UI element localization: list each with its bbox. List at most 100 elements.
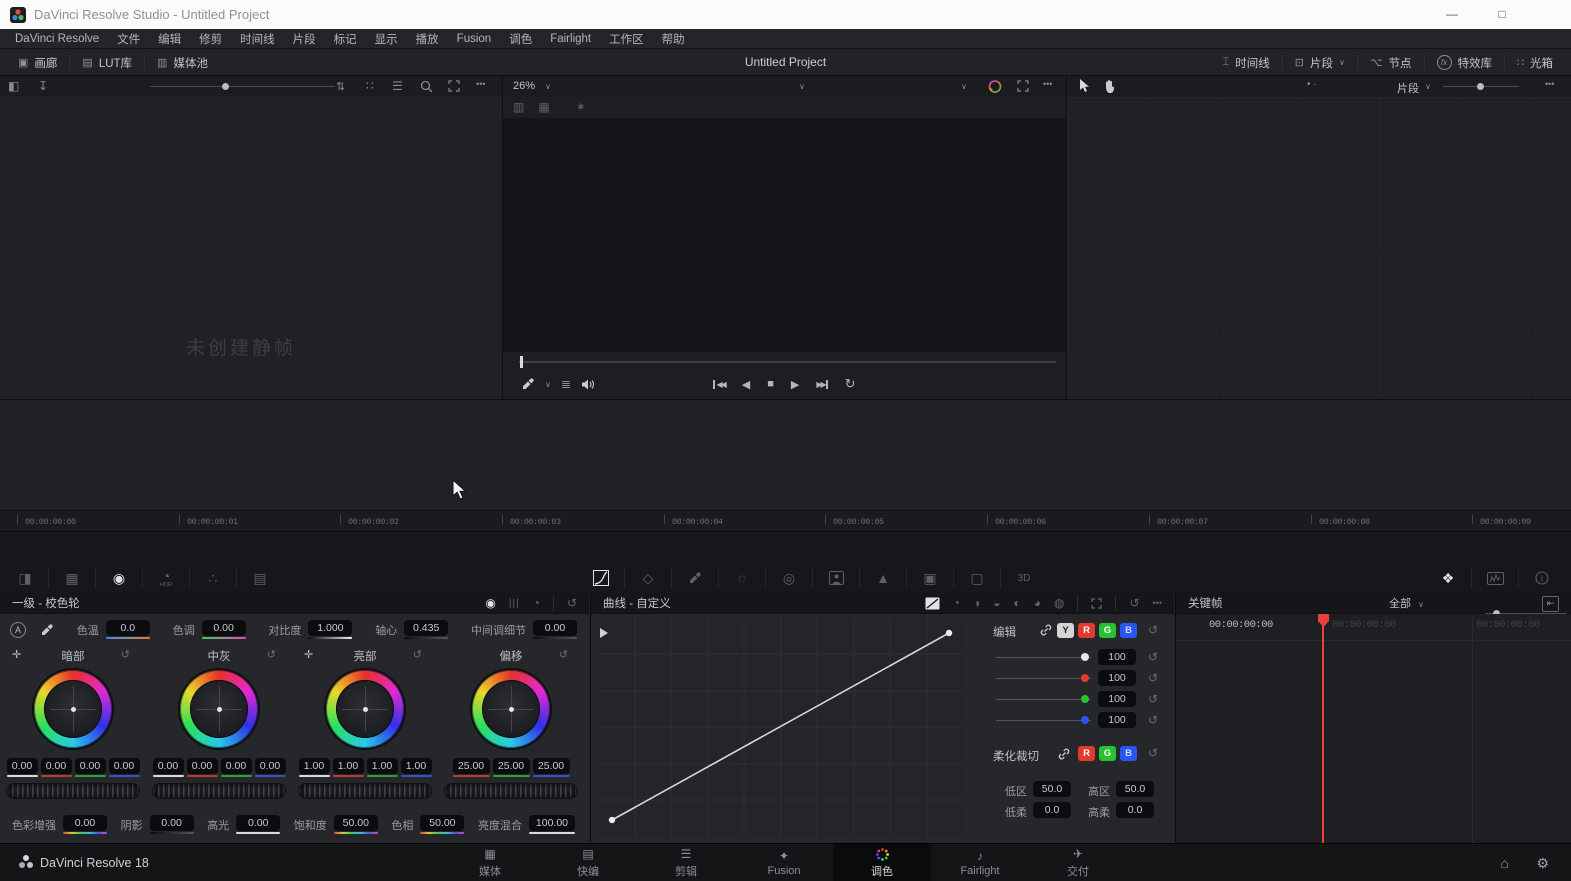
stereo-3d-icon[interactable]: 3D <box>1001 573 1047 584</box>
keyframe-filter-value[interactable]: 全部 <box>1389 595 1411 611</box>
page-fairlight[interactable]: ♪ Fairlight <box>931 844 1029 881</box>
menu-view[interactable]: 显示 <box>366 31 407 47</box>
offset-color-wheel[interactable] <box>472 670 550 748</box>
panel-collapse-icon[interactable]: ⇤ <box>1542 596 1559 612</box>
settings-gear-icon[interactable]: ⚙ <box>1536 844 1549 881</box>
channel-y-button[interactable]: Y <box>1057 623 1074 638</box>
offset-red-value[interactable]: 25.00 <box>453 758 490 774</box>
more-icon[interactable]: ••• <box>476 79 485 89</box>
menu-fusion[interactable]: Fusion <box>448 33 501 45</box>
menu-edit[interactable]: 编辑 <box>149 31 190 47</box>
b-slider-value[interactable]: 100 <box>1098 712 1136 728</box>
lift-master-wheel[interactable] <box>7 784 139 798</box>
pivot-value[interactable]: 0.435 <box>404 620 448 636</box>
viewer-playhead[interactable] <box>520 356 523 368</box>
r-slider-knob[interactable] <box>1081 674 1089 682</box>
reset-icon[interactable]: ↺ <box>1148 713 1158 727</box>
maximize-button[interactable]: □ <box>1487 0 1517 29</box>
offset-blue-value[interactable]: 25.00 <box>533 758 570 774</box>
lift-blue-value[interactable]: 0.00 <box>109 758 140 774</box>
split-mode-icon[interactable]: ▦ <box>538 100 549 114</box>
page-edit[interactable]: ☰ 剪辑 <box>637 844 735 881</box>
selection-tool-icon[interactable] <box>1079 79 1091 93</box>
reset-icon[interactable]: ↺ <box>121 648 130 661</box>
sort-icon[interactable]: ⇅ <box>336 80 345 93</box>
shadows-value[interactable]: 0.00 <box>150 815 194 831</box>
low-soft-value[interactable]: 0.0 <box>1033 802 1071 818</box>
camera-raw-icon[interactable]: ◨ <box>2 570 48 587</box>
reset-icon[interactable]: ↺ <box>1148 650 1158 664</box>
color-warper-icon[interactable]: ◇ <box>625 570 671 587</box>
bars-mode-icon[interactable]: ||| <box>509 598 520 609</box>
keyframe-timeline[interactable]: 00:00:00:00 00:00:00:00 00:00:00:00 <box>1176 614 1571 843</box>
color-match-icon[interactable]: ∴ <box>190 570 236 587</box>
reset-icon[interactable]: ↺ <box>567 596 577 610</box>
gamma-blue-value[interactable]: 0.00 <box>255 758 286 774</box>
gain-blue-value[interactable]: 1.00 <box>401 758 432 774</box>
wipe-mode-icon[interactable]: ▥ <box>513 100 524 114</box>
key-icon[interactable]: ▣ <box>907 570 953 587</box>
node-more-icon[interactable]: ••• <box>1545 79 1554 89</box>
g-slider-knob[interactable] <box>1081 695 1089 703</box>
tracker-icon[interactable]: ◎ <box>766 570 812 587</box>
viewer-zoom-value[interactable]: 26% <box>513 80 535 92</box>
viewer-video-area[interactable] <box>503 118 1066 352</box>
menu-fairlight[interactable]: Fairlight <box>541 33 600 45</box>
keyframe-playhead-flag[interactable] <box>1318 614 1329 627</box>
scopes-icon[interactable] <box>1472 572 1518 585</box>
custom-curve-icon[interactable] <box>925 597 940 610</box>
menu-mark[interactable]: 标记 <box>325 31 366 47</box>
contrast-value[interactable]: 1.000 <box>308 620 352 636</box>
white-balance-picker-icon[interactable] <box>40 623 54 637</box>
viewer-expand-icon[interactable] <box>1017 80 1029 92</box>
node-graph-area[interactable] <box>1067 97 1571 399</box>
grab-still-icon[interactable]: ↧ <box>38 79 48 93</box>
channel-g-button[interactable]: G <box>1099 623 1116 638</box>
blur-icon[interactable]: ▲ <box>860 570 906 586</box>
lift-green-value[interactable]: 0.00 <box>75 758 106 774</box>
menu-file[interactable]: 文件 <box>108 31 149 47</box>
temp-value[interactable]: 0.0 <box>106 620 150 636</box>
menu-workspace[interactable]: 工作区 <box>600 31 653 47</box>
hdr-grade-icon[interactable]: ◔HDR <box>143 568 189 588</box>
menu-davinci-resolve[interactable]: DaVinci Resolve <box>6 33 108 45</box>
still-album-chevron-icon[interactable]: ∨ <box>799 82 805 91</box>
r-slider-value[interactable]: 100 <box>1098 670 1136 686</box>
gamma-master-wheel[interactable] <box>153 784 285 798</box>
soft-clip-r-button[interactable]: R <box>1078 746 1095 761</box>
wheels-mode-icon[interactable]: ◉ <box>485 596 495 610</box>
offset-master-wheel[interactable] <box>445 784 577 798</box>
reset-icon[interactable]: ↺ <box>1148 692 1158 706</box>
node-mode-chevron-icon[interactable]: ∨ <box>1425 82 1431 91</box>
thumbnail-size-slider[interactable] <box>150 86 335 87</box>
gamma-green-value[interactable]: 0.00 <box>221 758 252 774</box>
loop-button[interactable]: ↻ <box>845 376 856 392</box>
high-range-value[interactable]: 50.0 <box>1116 781 1154 797</box>
log-mode-icon[interactable]: ◔ <box>533 596 540 610</box>
eyedropper-chevron-icon[interactable]: ∨ <box>545 380 551 389</box>
b-curve-slider[interactable] <box>996 720 1091 721</box>
hue-vs-sat-icon[interactable]: ◑ <box>973 596 980 610</box>
reset-icon[interactable]: ↺ <box>413 648 422 661</box>
magic-mask-icon[interactable] <box>813 571 859 585</box>
low-range-value[interactable]: 50.0 <box>1033 781 1071 797</box>
reset-icon[interactable]: ↺ <box>267 648 276 661</box>
hue-vs-hue-icon[interactable]: ◔ <box>953 596 960 610</box>
enhance-wand-icon[interactable]: ✶ <box>576 100 586 114</box>
keyframes-palette-icon[interactable]: ❖ <box>1425 570 1471 587</box>
expand-icon[interactable] <box>448 80 460 92</box>
play-button[interactable]: ▶ <box>791 378 799 391</box>
soft-clip-b-button[interactable]: B <box>1120 746 1137 761</box>
lum-mix-value[interactable]: 100.00 <box>529 815 575 831</box>
davinci-logo-icon[interactable] <box>16 852 36 872</box>
highlights-value[interactable]: 0.00 <box>236 815 280 831</box>
clips-button[interactable]: ⊡ 片段 ∨ <box>1283 50 1357 75</box>
b-slider-knob[interactable] <box>1081 716 1089 724</box>
lift-master-value[interactable]: 0.00 <box>7 758 38 774</box>
stop-button[interactable]: ■ <box>767 378 774 390</box>
link-icon[interactable] <box>1057 747 1071 761</box>
eyedropper-icon[interactable] <box>521 377 535 391</box>
offset-green-value[interactable]: 25.00 <box>493 758 530 774</box>
page-fusion[interactable]: ✦ Fusion <box>735 844 833 881</box>
timeline-ruler[interactable]: 00:00:00:00 00:00:00:01 00:00:00:02 00:0… <box>0 510 1571 532</box>
